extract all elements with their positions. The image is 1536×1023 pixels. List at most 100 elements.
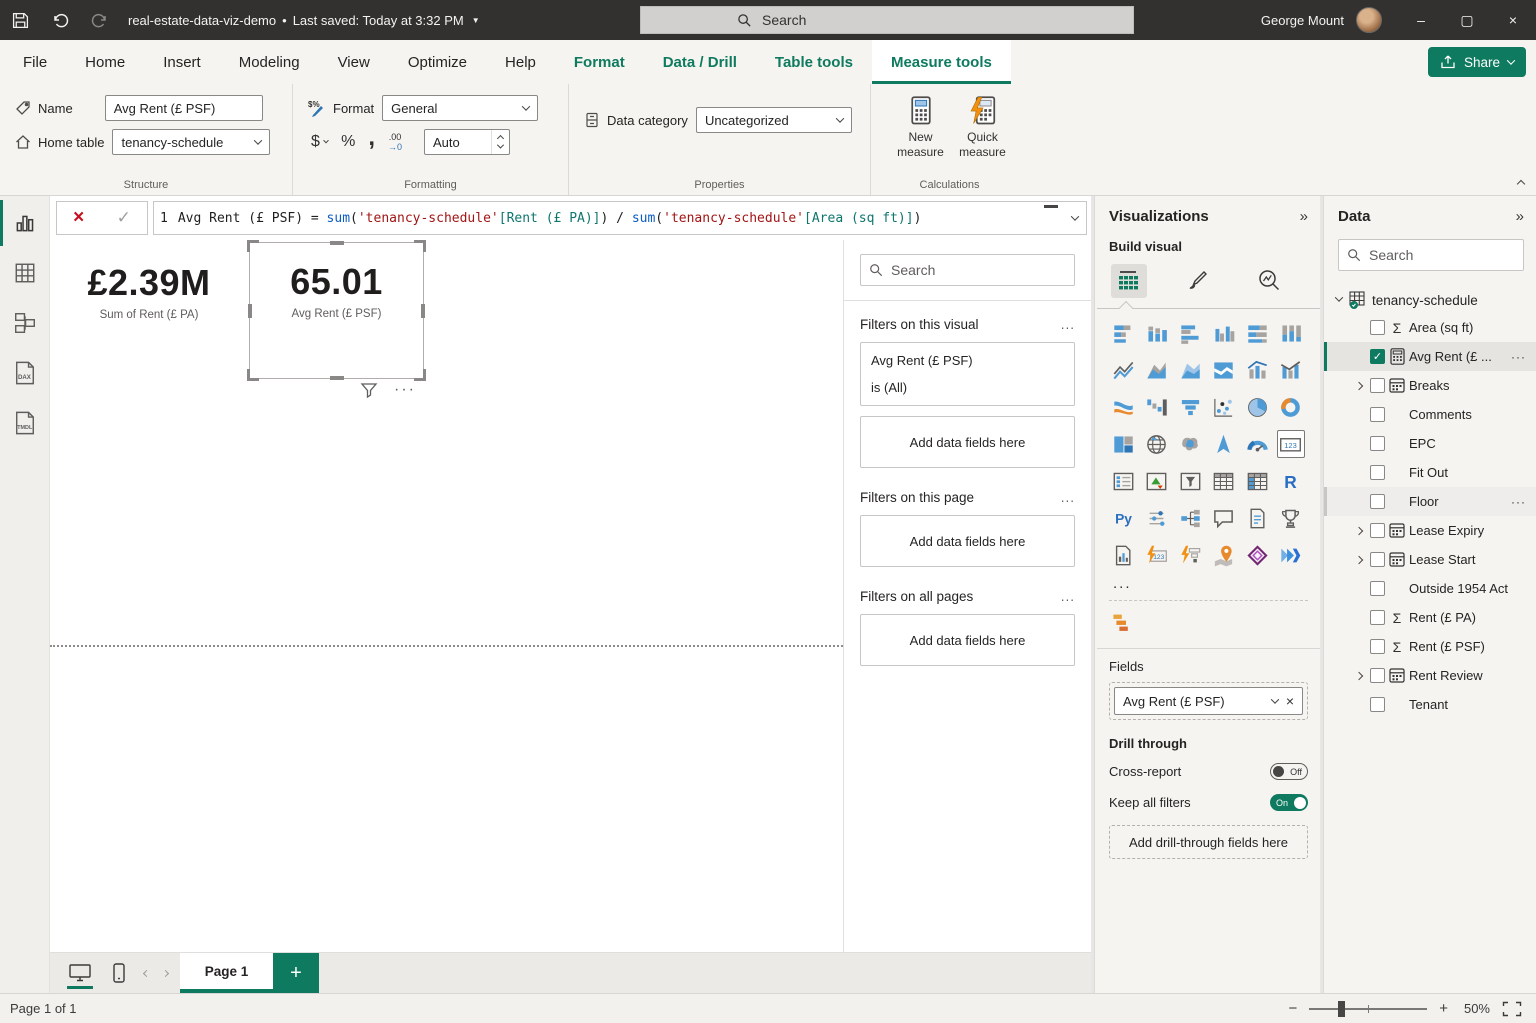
field-checkbox[interactable] <box>1370 552 1385 567</box>
gauge-icon[interactable] <box>1243 430 1271 458</box>
field-row-avg-rent[interactable]: ✓ Avg Rent (£ ... ··· <box>1324 342 1536 371</box>
filled-map-icon[interactable] <box>1176 430 1204 458</box>
field-more-options[interactable]: ··· <box>1511 495 1526 509</box>
get-more-visuals-button[interactable]: ... <box>1113 575 1308 592</box>
new-page-button[interactable]: + <box>273 953 319 993</box>
clustered-bar-chart-icon[interactable] <box>1176 319 1204 347</box>
waterfall-chart-icon[interactable] <box>1143 393 1171 421</box>
stacked-area-chart-icon[interactable] <box>1176 356 1204 384</box>
next-page-arrow[interactable] <box>161 969 170 977</box>
data-search-input[interactable]: Search <box>1338 239 1524 271</box>
field-row-lease-expiry[interactable]: Lease Expiry <box>1324 516 1536 545</box>
field-row-rent-review[interactable]: Rent Review <box>1324 661 1536 690</box>
stacked-bar-chart-icon[interactable] <box>1109 319 1137 347</box>
100-stacked-column-chart-icon[interactable] <box>1277 319 1305 347</box>
menu-tab-home[interactable]: Home <box>66 40 144 84</box>
python-visual-icon[interactable]: Py <box>1109 504 1137 532</box>
drill-through-field-well[interactable]: Add drill-through fields here <box>1109 825 1308 859</box>
field-checkbox[interactable] <box>1370 610 1385 625</box>
field-checkbox[interactable] <box>1370 581 1385 596</box>
resize-handle[interactable] <box>329 376 344 380</box>
menu-tab-help[interactable]: Help <box>486 40 555 84</box>
pie-chart-icon[interactable] <box>1243 393 1271 421</box>
global-search-input[interactable]: Search <box>640 6 1134 34</box>
percent-button[interactable]: % <box>341 133 355 151</box>
resize-handle[interactable] <box>247 369 259 381</box>
field-chip-chevron-icon[interactable] <box>1270 695 1280 704</box>
table-expander-icon[interactable] <box>1334 292 1344 302</box>
decomposition-tree-icon[interactable] <box>1176 504 1204 532</box>
keep-all-filters-toggle[interactable]: On <box>1270 794 1308 811</box>
field-row-epc[interactable]: EPC <box>1324 429 1536 458</box>
visual-more-options[interactable]: ··· <box>394 381 416 399</box>
treemap-icon[interactable] <box>1109 430 1137 458</box>
page-tab[interactable]: Page 1 <box>180 953 273 993</box>
smart-narrative-icon[interactable] <box>1210 504 1238 532</box>
card-visual-avg-rent[interactable]: 65.01 Avg Rent (£ PSF) <box>250 261 423 320</box>
table-node-tenancy-schedule[interactable]: tenancy-schedule <box>1324 287 1536 313</box>
filters-search-input[interactable]: Search <box>860 254 1075 286</box>
report-icon[interactable] <box>1109 541 1137 569</box>
field-checkbox[interactable] <box>1370 523 1385 538</box>
menu-tab-data-drill[interactable]: Data / Drill <box>644 40 756 84</box>
resize-handle[interactable] <box>421 303 425 318</box>
save-icon[interactable] <box>0 0 40 40</box>
desktop-layout-button[interactable] <box>58 953 102 993</box>
field-more-options[interactable]: ··· <box>1511 350 1526 364</box>
add-data-fields-dropzone[interactable]: Add data fields here <box>860 416 1075 468</box>
card-visual-sum-rent[interactable]: £2.39M Sum of Rent (£ PA) <box>64 262 234 321</box>
field-row-rent-pa[interactable]: Σ Rent (£ PA) <box>1324 603 1536 632</box>
maximize-button[interactable]: ▢ <box>1444 0 1490 40</box>
menu-tab-view[interactable]: View <box>319 40 389 84</box>
filter-card[interactable]: Avg Rent (£ PSF) is (All) <box>860 342 1075 406</box>
analytics-tab[interactable] <box>1251 264 1287 298</box>
zoom-out-button[interactable]: − <box>1288 1000 1297 1017</box>
field-row-outside-1954-act[interactable]: Outside 1954 Act <box>1324 574 1536 603</box>
section-more-options[interactable]: ... <box>1061 490 1075 505</box>
decimal-count-stepper[interactable]: Auto <box>424 129 510 155</box>
model-view-button[interactable] <box>8 306 42 340</box>
quick-measure-button[interactable]: Quick measure <box>954 94 1012 160</box>
table-icon[interactable] <box>1210 467 1238 495</box>
redo-icon[interactable] <box>80 0 120 40</box>
field-checkbox[interactable] <box>1370 407 1385 422</box>
section-more-options[interactable]: ... <box>1061 317 1075 332</box>
field-row-lease-start[interactable]: Lease Start <box>1324 545 1536 574</box>
card-icon[interactable]: 123 <box>1276 430 1305 458</box>
collapse-ribbon-icon[interactable] <box>1516 179 1526 189</box>
build-visual-tab[interactable] <box>1111 264 1147 298</box>
menu-tab-format[interactable]: Format <box>555 40 644 84</box>
menu-tab-insert[interactable]: Insert <box>144 40 220 84</box>
new-measure-button[interactable]: New measure <box>892 94 950 160</box>
zoom-slider[interactable] <box>1309 1000 1428 1017</box>
table-view-button[interactable] <box>8 256 42 290</box>
stacked-column-chart-icon[interactable] <box>1143 319 1171 347</box>
map-icon[interactable] <box>1143 430 1171 458</box>
custom-visual-gantt-icon[interactable] <box>1111 611 1308 638</box>
multi-row-card-icon[interactable] <box>1109 467 1137 495</box>
menu-tab-modeling[interactable]: Modeling <box>220 40 319 84</box>
power-apps-icon[interactable] <box>1243 541 1271 569</box>
key-influencers-icon[interactable] <box>1143 504 1171 532</box>
mobile-layout-button[interactable] <box>102 953 136 993</box>
collapse-data-pane-icon[interactable]: » <box>1516 208 1524 225</box>
format-select[interactable]: General <box>382 95 539 121</box>
previous-page-arrow[interactable] <box>142 969 151 977</box>
document-title[interactable]: real-estate-data-viz-demo • Last saved: … <box>128 13 480 28</box>
power-automate-icon[interactable] <box>1277 541 1305 569</box>
formula-cancel-button[interactable]: × <box>73 207 84 229</box>
field-row-comments[interactable]: Comments <box>1324 400 1536 429</box>
selected-card-visual[interactable]: 65.01 Avg Rent (£ PSF) <box>247 240 426 381</box>
menu-tab-measure-tools[interactable]: Measure tools <box>871 40 1011 84</box>
close-button[interactable]: × <box>1490 0 1536 40</box>
field-checkbox[interactable] <box>1370 639 1385 654</box>
line-and-stacked-column-chart-icon[interactable] <box>1243 356 1271 384</box>
undo-icon[interactable] <box>40 0 80 40</box>
collapse-visualizations-icon[interactable]: » <box>1300 208 1308 225</box>
paginated-report-icon[interactable] <box>1243 504 1271 532</box>
field-row-breaks[interactable]: Breaks <box>1324 371 1536 400</box>
scorecard-icon[interactable]: 123 <box>1143 541 1171 569</box>
zoom-slider-handle[interactable] <box>1337 1000 1345 1017</box>
azure-map-icon[interactable] <box>1210 430 1238 458</box>
field-checkbox[interactable]: ✓ <box>1370 349 1385 364</box>
